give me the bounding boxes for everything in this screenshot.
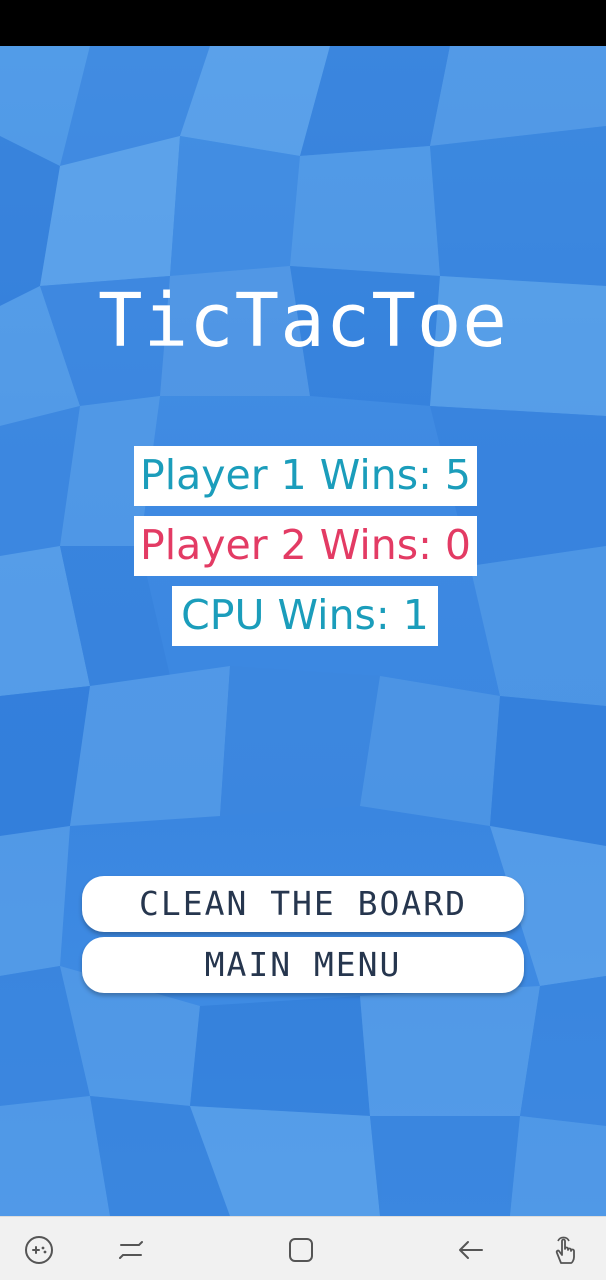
main-menu-button[interactable]: MAIN MENU xyxy=(82,937,524,993)
navigation-bar xyxy=(0,1216,606,1280)
status-bar xyxy=(0,0,606,46)
player2-wins-label: Player 2 Wins: 0 xyxy=(134,516,477,576)
gesture-icon[interactable] xyxy=(548,1233,582,1267)
cpu-wins-label: CPU Wins: 1 xyxy=(172,586,438,646)
recents-icon[interactable] xyxy=(114,1233,148,1267)
app-title: TicTacToe xyxy=(98,278,508,364)
game-screen: TicTacToe Player 1 Wins: 5 Player 2 Wins… xyxy=(0,46,606,1216)
home-icon[interactable] xyxy=(284,1233,318,1267)
back-icon[interactable] xyxy=(454,1233,488,1267)
clean-board-button[interactable]: CLEAN THE BOARD xyxy=(82,876,524,932)
player1-wins-label: Player 1 Wins: 5 xyxy=(134,446,477,506)
game-tools-icon[interactable] xyxy=(22,1233,56,1267)
app-screen: TicTacToe Player 1 Wins: 5 Player 2 Wins… xyxy=(0,0,606,1280)
